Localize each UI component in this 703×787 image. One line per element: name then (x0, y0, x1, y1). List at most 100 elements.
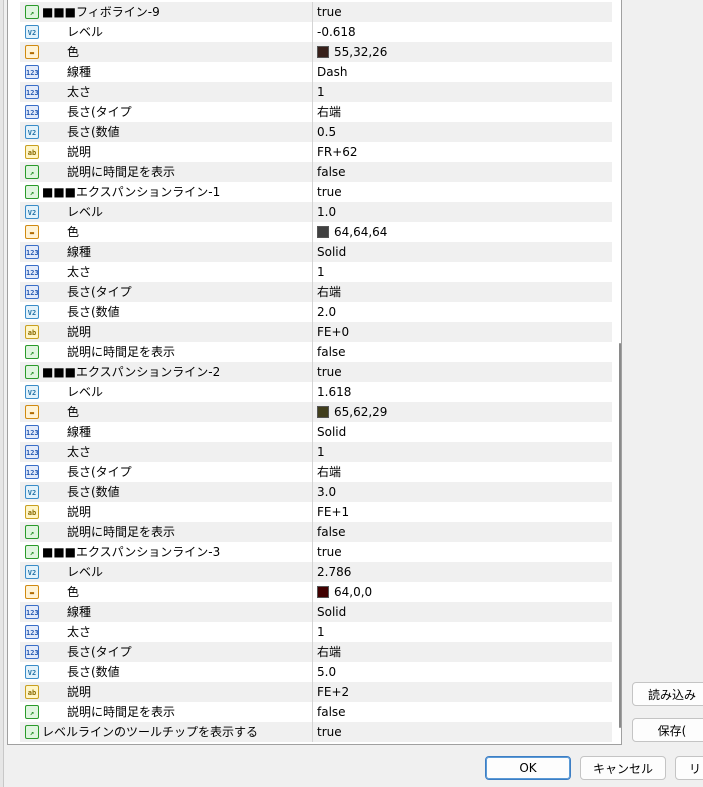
param-value-cell[interactable]: false (313, 522, 612, 542)
color-swatch[interactable] (317, 226, 329, 238)
param-value-cell[interactable]: 1 (313, 82, 612, 102)
param-value-cell[interactable]: 1.0 (313, 202, 612, 222)
param-value: 65,62,29 (334, 405, 388, 419)
param-value-cell[interactable]: FR+62 (313, 142, 612, 162)
param-value-cell[interactable]: 右端 (313, 102, 612, 122)
param-name-cell: ab 説明 (20, 142, 313, 162)
param-value: 右端 (317, 285, 342, 299)
param-row[interactable]: 123 線種 Solid (20, 422, 612, 442)
param-name-cell: V2 長さ(数値 (20, 482, 313, 502)
param-row[interactable]: ab 説明 FE+2 (20, 682, 612, 702)
param-row[interactable]: V2 レベル 2.786 (20, 562, 612, 582)
param-value-cell[interactable]: true (313, 182, 612, 202)
bool-param-icon: ↗ (25, 345, 39, 359)
param-value-cell[interactable]: 0.5 (313, 122, 612, 142)
param-value-cell[interactable]: 2.786 (313, 562, 612, 582)
param-row[interactable]: V2 長さ(数値 2.0 (20, 302, 612, 322)
load-button[interactable]: 読み込み (632, 682, 703, 706)
param-value-cell[interactable]: 右端 (313, 642, 612, 662)
param-value-cell[interactable]: Solid (313, 242, 612, 262)
param-value-cell[interactable]: 1 (313, 442, 612, 462)
param-value-cell[interactable]: 64,64,64 (313, 222, 612, 242)
param-value-cell[interactable]: 64,0,0 (313, 582, 612, 602)
bool-param-icon: ↗ (25, 5, 39, 19)
param-value-cell[interactable]: FE+0 (313, 322, 612, 342)
param-row[interactable]: ▬ 色 55,32,26 (20, 42, 612, 62)
param-value-cell[interactable]: 右端 (313, 462, 612, 482)
param-value-cell[interactable]: FE+1 (313, 502, 612, 522)
param-value-cell[interactable]: false (313, 162, 612, 182)
string-param-icon: ab (25, 145, 39, 159)
param-row[interactable]: V2 長さ(数値 0.5 (20, 122, 612, 142)
param-name-cell: ▬ 色 (20, 222, 313, 242)
param-row[interactable]: ↗ 説明に時間足を表示 false (20, 702, 612, 722)
param-value-cell[interactable]: 5.0 (313, 662, 612, 682)
param-name-cell: ↗ ■■■エクスパンションライン-2 (20, 362, 313, 382)
save-button[interactable]: 保存( (632, 718, 703, 742)
param-row[interactable]: V2 レベル 1.0 (20, 202, 612, 222)
param-row[interactable]: 123 長さ(タイプ 右端 (20, 642, 612, 662)
param-row[interactable]: ab 説明 FR+62 (20, 142, 612, 162)
color-swatch[interactable] (317, 586, 329, 598)
reset-button-label: リ (688, 761, 701, 776)
ok-button-label: OK (519, 761, 537, 775)
param-row[interactable]: 123 太さ 1 (20, 622, 612, 642)
param-row[interactable]: V2 レベル 1.618 (20, 382, 612, 402)
param-row[interactable]: 123 線種 Dash (20, 62, 612, 82)
color-swatch[interactable] (317, 406, 329, 418)
param-row[interactable]: ▬ 色 64,64,64 (20, 222, 612, 242)
param-row[interactable]: ↗ レベルラインのツールチップを表示する true (20, 722, 612, 742)
param-value-cell[interactable]: false (313, 702, 612, 722)
color-swatch[interactable] (317, 46, 329, 58)
param-value-cell[interactable]: Solid (313, 602, 612, 622)
param-value-cell[interactable]: 1 (313, 262, 612, 282)
param-row[interactable]: ↗ 説明に時間足を表示 false (20, 522, 612, 542)
param-value-cell[interactable]: 1.618 (313, 382, 612, 402)
param-row[interactable]: 123 太さ 1 (20, 442, 612, 462)
param-name: 説明に時間足を表示 (67, 705, 176, 719)
param-row[interactable]: 123 長さ(タイプ 右端 (20, 102, 612, 122)
param-value-cell[interactable]: 3.0 (313, 482, 612, 502)
param-value-cell[interactable]: 65,62,29 (313, 402, 612, 422)
param-row[interactable]: ab 説明 FE+1 (20, 502, 612, 522)
param-row[interactable]: ab 説明 FE+0 (20, 322, 612, 342)
ok-button[interactable]: OK (485, 756, 571, 780)
param-row[interactable]: ↗ ■■■フィボライン-9 true (20, 2, 612, 22)
param-value-cell[interactable]: Dash (313, 62, 612, 82)
param-row[interactable]: 123 太さ 1 (20, 82, 612, 102)
param-row[interactable]: 123 線種 Solid (20, 242, 612, 262)
param-row[interactable]: 123 長さ(タイプ 右端 (20, 462, 612, 482)
param-row[interactable]: 123 太さ 1 (20, 262, 612, 282)
param-row[interactable]: V2 長さ(数値 5.0 (20, 662, 612, 682)
param-row[interactable]: ↗ ■■■エクスパンションライン-3 true (20, 542, 612, 562)
param-row[interactable]: 123 線種 Solid (20, 602, 612, 622)
param-value-cell[interactable]: 右端 (313, 282, 612, 302)
param-row[interactable]: ▬ 色 65,62,29 (20, 402, 612, 422)
param-row[interactable]: V2 長さ(数値 3.0 (20, 482, 612, 502)
param-value-cell[interactable]: true (313, 362, 612, 382)
double-param-icon: V2 (25, 385, 39, 399)
param-row[interactable]: ▬ 色 64,0,0 (20, 582, 612, 602)
param-name-cell: ↗ 説明に時間足を表示 (20, 522, 313, 542)
param-row[interactable]: V2 レベル -0.618 (20, 22, 612, 42)
param-value-cell[interactable]: 1 (313, 622, 612, 642)
reset-button[interactable]: リ (675, 756, 703, 780)
param-row[interactable]: ↗ ■■■エクスパンションライン-1 true (20, 182, 612, 202)
cancel-button-label: キャンセル (592, 761, 653, 776)
double-param-icon: V2 (25, 125, 39, 139)
param-value-cell[interactable]: true (313, 2, 612, 22)
param-row[interactable]: 123 長さ(タイプ 右端 (20, 282, 612, 302)
param-value-cell[interactable]: 2.0 (313, 302, 612, 322)
param-value-cell[interactable]: false (313, 342, 612, 362)
param-value-cell[interactable]: true (313, 722, 612, 742)
param-value-cell[interactable]: true (313, 542, 612, 562)
param-value-cell[interactable]: 55,32,26 (313, 42, 612, 62)
param-row[interactable]: ↗ ■■■エクスパンションライン-2 true (20, 362, 612, 382)
vertical-scrollbar[interactable] (619, 343, 621, 728)
cancel-button[interactable]: キャンセル (580, 756, 666, 780)
param-row[interactable]: ↗ 説明に時間足を表示 false (20, 162, 612, 182)
param-value-cell[interactable]: FE+2 (313, 682, 612, 702)
param-value-cell[interactable]: Solid (313, 422, 612, 442)
param-value-cell[interactable]: -0.618 (313, 22, 612, 42)
param-row[interactable]: ↗ 説明に時間足を表示 false (20, 342, 612, 362)
